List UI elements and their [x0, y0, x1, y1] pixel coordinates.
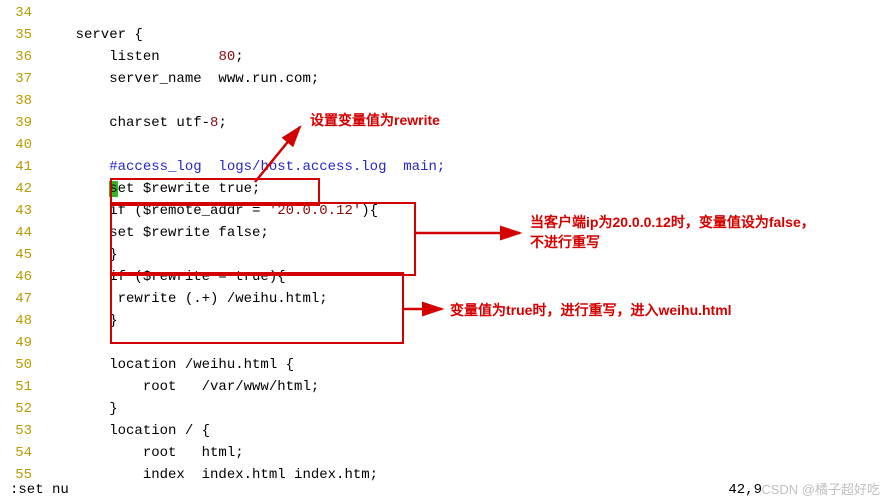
- code-content: root /var/www/html;: [42, 376, 892, 398]
- code-content: if ($rewrite = true){: [42, 266, 892, 288]
- code-content: location / {: [42, 420, 892, 442]
- annotation-2: 当客户端ip为20.0.0.12时，变量值设为false，不进行重写: [530, 212, 815, 252]
- line-number: 50: [0, 354, 42, 376]
- code-line: 51 root /var/www/html;: [0, 376, 892, 398]
- line-number: 41: [0, 156, 42, 178]
- line-number: 36: [0, 46, 42, 68]
- code-line: 50 location /weihu.html {: [0, 354, 892, 376]
- code-line: 37 server_name www.run.com;: [0, 68, 892, 90]
- line-number: 47: [0, 288, 42, 310]
- code-content: listen 80;: [42, 46, 892, 68]
- code-line: 35 server {: [0, 24, 892, 46]
- code-line: 36 listen 80;: [0, 46, 892, 68]
- code-line: 49: [0, 332, 892, 354]
- code-line: 46 if ($rewrite = true){: [0, 266, 892, 288]
- line-number: 42: [0, 178, 42, 200]
- code-line: 42 set $rewrite true;: [0, 178, 892, 200]
- code-content: #access_log logs/host.access.log main;: [42, 156, 892, 178]
- code-content: root html;: [42, 442, 892, 464]
- code-line: 40: [0, 134, 892, 156]
- line-number: 53: [0, 420, 42, 442]
- code-content: server_name www.run.com;: [42, 68, 892, 90]
- annotation-1: 设置变量值为rewrite: [310, 110, 440, 130]
- code-content: [42, 332, 892, 354]
- line-number: 34: [0, 2, 42, 24]
- line-number: 38: [0, 90, 42, 112]
- line-number: 37: [0, 68, 42, 90]
- code-line: 52 }: [0, 398, 892, 420]
- code-line: 39 charset utf-8;: [0, 112, 892, 134]
- code-line: 48 }: [0, 310, 892, 332]
- code-line: 41 #access_log logs/host.access.log main…: [0, 156, 892, 178]
- line-number: 51: [0, 376, 42, 398]
- code-line: 34: [0, 2, 892, 24]
- watermark: CSDN @橘子超好吃: [761, 479, 880, 498]
- line-number: 39: [0, 112, 42, 134]
- line-number: 54: [0, 442, 42, 464]
- line-number: 48: [0, 310, 42, 332]
- code-line: 53 location / {: [0, 420, 892, 442]
- line-number: 44: [0, 222, 42, 244]
- line-number: 40: [0, 134, 42, 156]
- line-number: 35: [0, 24, 42, 46]
- code-content: set $rewrite true;: [42, 178, 892, 200]
- code-content: [42, 134, 892, 156]
- code-line: 47 rewrite (.+) /weihu.html;: [0, 288, 892, 310]
- annotation-3: 变量值为true时，进行重写，进入weihu.html: [450, 300, 732, 320]
- line-number: 46: [0, 266, 42, 288]
- code-content: [42, 90, 892, 112]
- code-content: [42, 2, 892, 24]
- line-number: 43: [0, 200, 42, 222]
- code-line: 38: [0, 90, 892, 112]
- status-right: 42,9: [728, 482, 762, 498]
- code-content: server {: [42, 24, 892, 46]
- status-left: :set nu: [10, 482, 69, 498]
- code-content: location /weihu.html {: [42, 354, 892, 376]
- code-line: 54 root html;: [0, 442, 892, 464]
- code-content: }: [42, 398, 892, 420]
- line-number: 45: [0, 244, 42, 266]
- code-content: charset utf-8;: [42, 112, 892, 134]
- line-number: 52: [0, 398, 42, 420]
- line-number: 49: [0, 332, 42, 354]
